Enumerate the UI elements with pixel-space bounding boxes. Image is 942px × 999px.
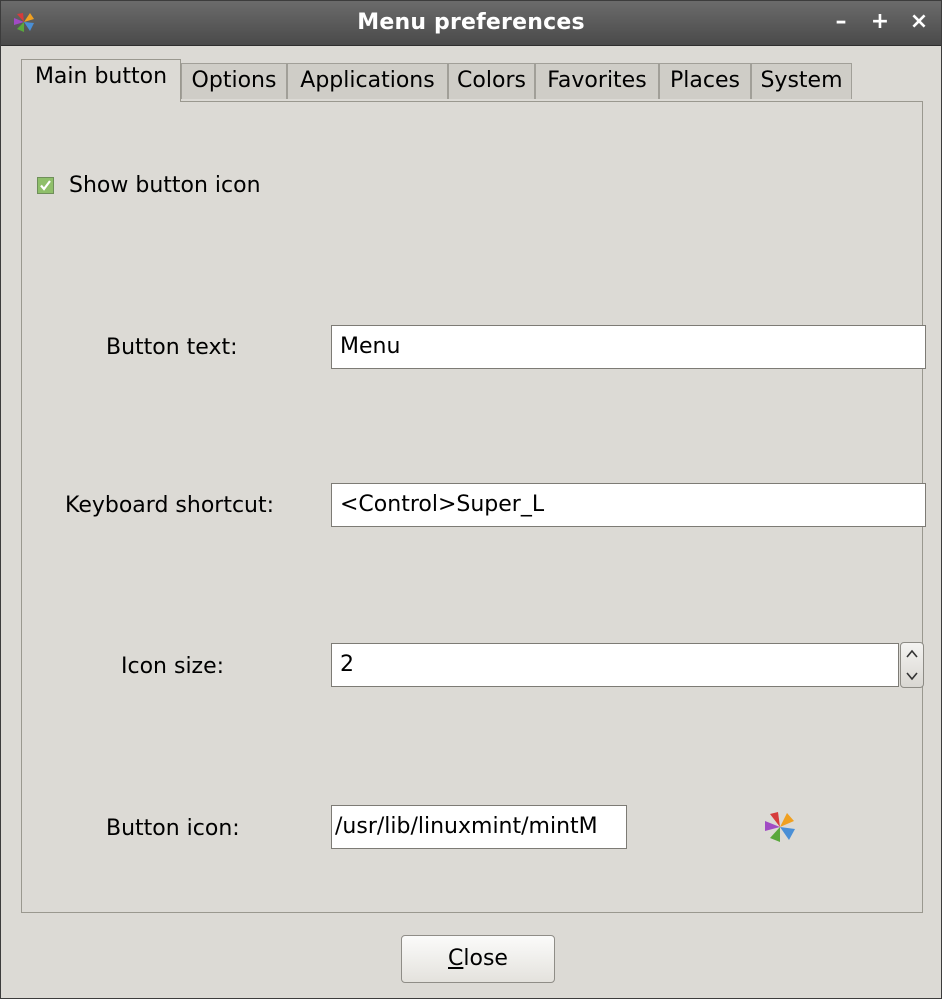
mint-menu-icon-preview[interactable] (763, 810, 797, 844)
tab-places[interactable]: Places (659, 63, 751, 99)
minimize-button[interactable]: – (827, 7, 855, 37)
show-button-icon-checkbox[interactable] (37, 177, 54, 194)
maximize-button[interactable]: + (866, 7, 894, 37)
close-window-button[interactable]: × (905, 7, 933, 37)
tab-main-button[interactable]: Main button (21, 59, 181, 102)
title-bar[interactable]: Menu preferences – + × (1, 1, 941, 46)
window-title: Menu preferences (357, 10, 585, 35)
show-button-icon-label: Show button icon (69, 173, 261, 198)
checkmark-icon (38, 178, 53, 193)
keyboard-shortcut-label: Keyboard shortcut: (65, 493, 275, 518)
button-icon-path-input[interactable]: /usr/lib/linuxmint/mintM (331, 805, 627, 849)
button-text-label: Button text: (106, 335, 238, 360)
keyboard-shortcut-input[interactable]: <Control>Super_L (331, 483, 926, 527)
chevron-up-icon[interactable] (901, 643, 923, 665)
tab-colors[interactable]: Colors (448, 63, 535, 99)
close-mnemonic: C (448, 946, 464, 971)
button-text-input[interactable]: Menu (331, 325, 926, 369)
icon-size-stepper[interactable] (900, 642, 924, 688)
tab-options[interactable]: Options (181, 63, 287, 99)
tab-applications[interactable]: Applications (287, 63, 448, 99)
close-button[interactable]: Close (401, 935, 555, 983)
tab-favorites[interactable]: Favorites (535, 63, 659, 99)
close-label-rest: lose (463, 946, 508, 971)
icon-size-label: Icon size: (121, 654, 225, 679)
preferences-window: Menu preferences – + × Main button Optio… (0, 0, 942, 999)
button-icon-label: Button icon: (106, 816, 240, 841)
chevron-down-icon[interactable] (901, 665, 923, 687)
icon-size-spinbox[interactable]: 2 (331, 643, 899, 687)
tab-system[interactable]: System (751, 63, 852, 99)
